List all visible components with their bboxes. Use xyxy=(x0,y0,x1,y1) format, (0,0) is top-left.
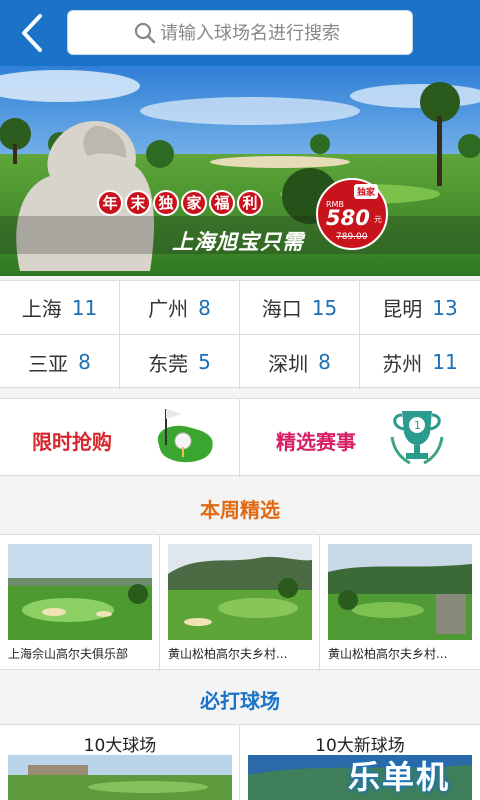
feature-row: 限时抢购 精选赛事 1 xyxy=(0,398,480,477)
city-item[interactable]: 深圳 8 xyxy=(240,335,360,389)
promo-char: 年 xyxy=(97,190,123,216)
city-name: 苏州 xyxy=(382,351,423,376)
flash-sale-button[interactable]: 限时抢购 xyxy=(0,399,240,477)
search-input[interactable] xyxy=(160,19,400,47)
city-count: 11 xyxy=(71,295,98,320)
city-item[interactable]: 广州 8 xyxy=(120,281,240,335)
promo-title: 年末独家福利 xyxy=(97,190,265,216)
search-box[interactable] xyxy=(67,10,413,55)
course-card[interactable]: 上海佘山高尔夫俱乐部 xyxy=(0,535,160,671)
old-price: 789.00 xyxy=(336,232,368,242)
exclusive-tag: 独家 xyxy=(354,184,379,199)
top-bar xyxy=(0,0,480,66)
trophy-icon: 1 xyxy=(390,411,444,465)
city-grid: 上海 11 广州 8 海口 15 昆明 13 三亚 8 东莞 5 深圳 8 苏州 11 xyxy=(0,280,480,389)
course-photo xyxy=(328,544,472,640)
promo-char: 末 xyxy=(125,190,151,216)
city-name: 广州 xyxy=(148,297,189,321)
back-button[interactable] xyxy=(16,12,52,54)
city-item[interactable]: 东莞 5 xyxy=(120,335,240,389)
city-count: 11 xyxy=(432,350,458,374)
city-item[interactable]: 海口 15 xyxy=(240,281,360,335)
city-count: 15 xyxy=(311,295,338,320)
top-10-courses[interactable]: 10大球场 xyxy=(0,725,240,800)
promo-char: 家 xyxy=(181,190,207,216)
course-caption: 黄山松柏高尔夫乡村... xyxy=(168,647,288,661)
city-name: 海口 xyxy=(261,297,302,321)
search-icon xyxy=(134,22,156,44)
featured-events-label: 精选赛事 xyxy=(276,430,356,454)
svg-text:1: 1 xyxy=(414,419,421,432)
city-name: 深圳 xyxy=(268,351,309,376)
city-item[interactable]: 昆明 13 xyxy=(360,281,480,335)
course-card[interactable]: 黄山松柏高尔夫乡村... xyxy=(320,535,480,671)
weekly-picks-list: 上海佘山高尔夫俱乐部 黄山松柏高尔夫乡村... 黄山松柏高尔夫乡村... xyxy=(0,534,480,671)
course-photo xyxy=(8,755,232,800)
city-count: 8 xyxy=(198,295,211,320)
promo-subtitle: 上海旭宝只需 xyxy=(172,230,304,254)
city-name: 三亚 xyxy=(28,351,69,376)
promo-price: 580 xyxy=(326,206,370,230)
course-caption: 黄山松柏高尔夫乡村... xyxy=(328,647,448,661)
featured-events-button[interactable]: 精选赛事 1 xyxy=(240,399,480,477)
city-count: 8 xyxy=(78,350,91,374)
course-photo xyxy=(8,544,152,640)
chevron-left-icon xyxy=(22,14,42,52)
city-item[interactable]: 苏州 11 xyxy=(360,335,480,389)
course-photo xyxy=(168,544,312,640)
promo-char: 独 xyxy=(153,190,179,216)
watermark-logo: 乐单机 xyxy=(348,758,451,796)
top-10-courses-label: 10大球场 xyxy=(83,736,157,756)
price-unit: 元 xyxy=(374,215,382,224)
city-name: 昆明 xyxy=(382,297,423,321)
flash-sale-label: 限时抢购 xyxy=(32,430,112,454)
course-card[interactable]: 黄山松柏高尔夫乡村... xyxy=(160,535,320,671)
city-count: 5 xyxy=(198,350,211,374)
city-name: 上海 xyxy=(21,297,62,321)
city-item[interactable]: 三亚 8 xyxy=(0,335,120,389)
must-play-title: 必打球场 xyxy=(200,689,280,713)
weekly-picks-title: 本周精选 xyxy=(200,498,280,522)
golf-green-icon xyxy=(157,409,213,463)
city-count: 8 xyxy=(318,350,331,374)
promo-char: 福 xyxy=(209,190,235,216)
promo-char: 利 xyxy=(237,190,263,216)
city-name: 东莞 xyxy=(148,351,189,376)
city-item[interactable]: 上海 11 xyxy=(0,281,120,335)
course-caption: 上海佘山高尔夫俱乐部 xyxy=(8,647,129,661)
app-screen: 年末独家福利 上海旭宝只需 独家 RMB 580 元 789.00 上海11 广… xyxy=(0,0,480,800)
city-count: 13 xyxy=(432,295,458,320)
price-badge: 独家 RMB 580 元 789.00 xyxy=(316,178,388,250)
